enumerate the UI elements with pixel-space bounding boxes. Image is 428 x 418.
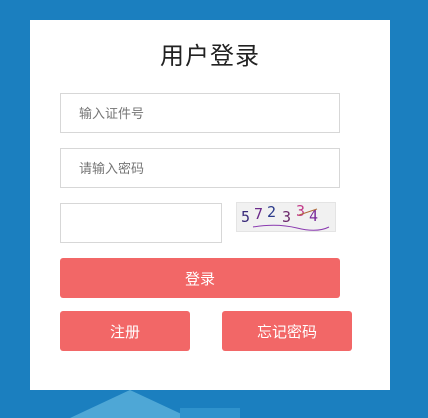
captcha-char-4: 3 bbox=[282, 208, 291, 226]
captcha-char-3: 2 bbox=[267, 203, 276, 221]
login-card: 用户登录 5 7 2 3 3 4 登录 注册 忘记密码 bbox=[30, 20, 390, 390]
captcha-char-5: 3 bbox=[296, 203, 305, 220]
background-shape bbox=[70, 390, 190, 418]
captcha-svg: 5 7 2 3 3 4 bbox=[241, 202, 330, 231]
captcha-char-1: 5 bbox=[241, 208, 250, 226]
forgot-password-button[interactable]: 忘记密码 bbox=[222, 311, 352, 351]
register-button[interactable]: 注册 bbox=[60, 311, 190, 351]
captcha-char-2: 7 bbox=[254, 205, 263, 223]
captcha-image[interactable]: 5 7 2 3 3 4 bbox=[236, 202, 336, 232]
password-input[interactable] bbox=[60, 148, 340, 188]
login-button[interactable]: 登录 bbox=[60, 258, 340, 298]
id-number-input[interactable] bbox=[60, 93, 340, 133]
page-title: 用户登录 bbox=[160, 42, 260, 70]
background-shape-2 bbox=[180, 408, 240, 418]
captcha-input[interactable] bbox=[60, 203, 222, 243]
